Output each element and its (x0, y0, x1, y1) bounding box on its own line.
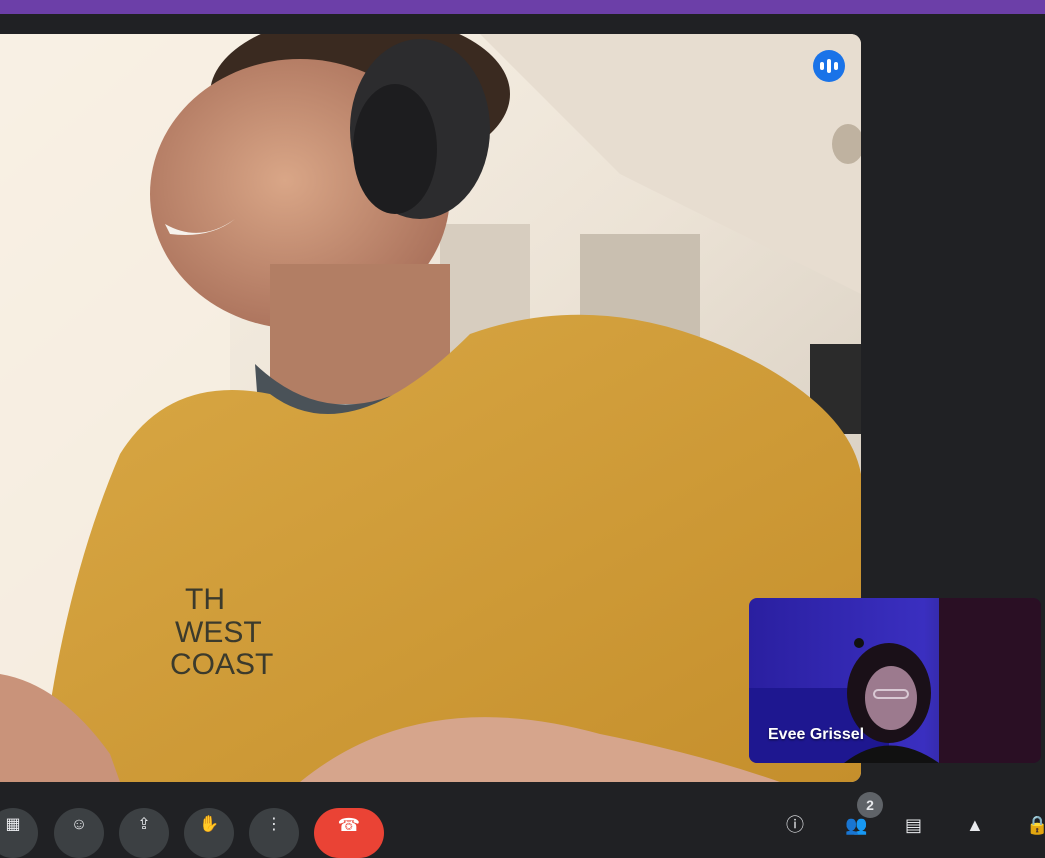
top-accent-bar (0, 0, 1045, 14)
meeting-info-icon[interactable]: ⓘ (786, 816, 804, 834)
host-controls-lock-icon[interactable]: 🔒 (1026, 816, 1045, 834)
layout-icon: ▦ (5, 816, 21, 833)
present-icon: ⇪ (137, 816, 151, 833)
chat-icon[interactable]: ▤ (905, 816, 922, 834)
present-screen-button[interactable]: ⇪ (119, 808, 169, 858)
self-view-name: Evee Grissel (768, 726, 865, 743)
raise-hand-button[interactable]: ✋ (184, 808, 234, 858)
svg-text:COAST: COAST (170, 648, 273, 681)
end-call-icon: ☎ (337, 815, 361, 835)
speaking-indicator-icon (813, 50, 845, 82)
more-options-icon: ⋮ (266, 816, 282, 833)
more-options-button[interactable]: ⋮ (249, 808, 299, 858)
layout-button[interactable]: ▦ (0, 808, 38, 858)
self-view-tile[interactable]: Evee Grissel (749, 598, 1041, 763)
svg-text:TH: TH (185, 583, 225, 616)
emoji-reaction-button[interactable]: ☺ (54, 808, 104, 858)
main-speaker-video[interactable]: TH WEST COAST (0, 34, 861, 782)
main-speaker-video-feed: TH WEST COAST (0, 34, 861, 782)
activities-icon[interactable]: ▲ (966, 816, 984, 834)
raise-hand-icon: ✋ (199, 816, 219, 833)
people-icon[interactable]: 👥 (845, 816, 867, 834)
meeting-control-bar: ▦ ☺ ⇪ ✋ ⋮ ☎ ⓘ 2 👥 ▤ ▲ 🔒 (0, 790, 1045, 858)
svg-text:WEST: WEST (175, 616, 262, 649)
emoji-icon: ☺ (70, 816, 88, 833)
end-call-button[interactable]: ☎ (314, 808, 384, 858)
